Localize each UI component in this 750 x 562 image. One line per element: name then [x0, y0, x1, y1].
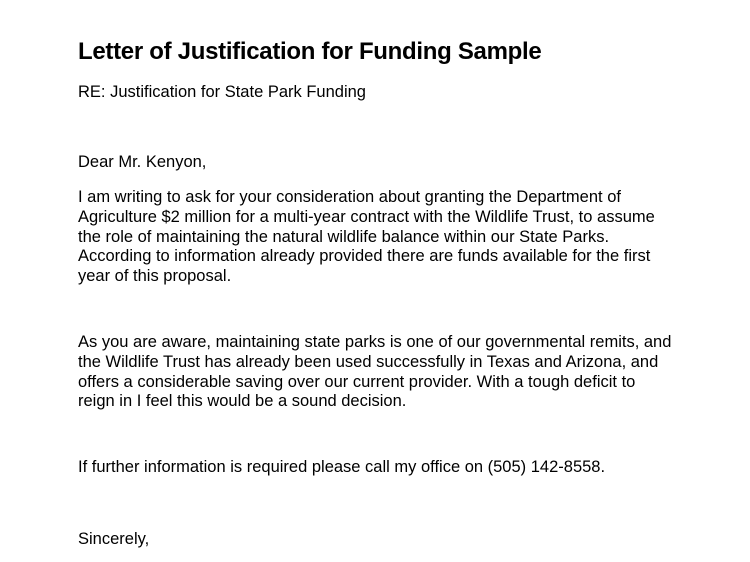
paragraph-line: the Wildlife Trust has already been used…: [78, 352, 659, 371]
closing: Sincerely,: [78, 530, 150, 548]
paragraph-line: I am writing to ask for your considerati…: [78, 188, 621, 206]
paragraph-line: offers a considerable saving over our cu…: [78, 372, 636, 391]
letter-page: Letter of Justification for Funding Samp…: [0, 0, 750, 562]
re-line: RE: Justification for State Park Funding: [78, 83, 366, 101]
paragraph-line: reign in I feel this would be a sound de…: [78, 392, 407, 411]
paragraph-line: Agriculture $2 million for a multi-year …: [78, 207, 655, 226]
paragraph-line: If further information is required pleas…: [78, 458, 606, 476]
paragraph-line: According to information already provide…: [78, 247, 651, 266]
paragraph-line: year of this proposal.: [78, 267, 232, 286]
paragraph-line: the role of maintaining the natural wild…: [78, 227, 610, 246]
paragraph-contact: If further information is required pleas…: [78, 458, 718, 478]
document-title: Letter of Justification for Funding Samp…: [78, 38, 542, 65]
paragraph-justification: As you are aware, maintaining state park…: [78, 333, 718, 412]
paragraph-line: As you are aware, maintaining state park…: [78, 333, 672, 351]
paragraph-funding-request: I am writing to ask for your considerati…: [78, 188, 718, 287]
salutation: Dear Mr. Kenyon,: [78, 153, 207, 171]
